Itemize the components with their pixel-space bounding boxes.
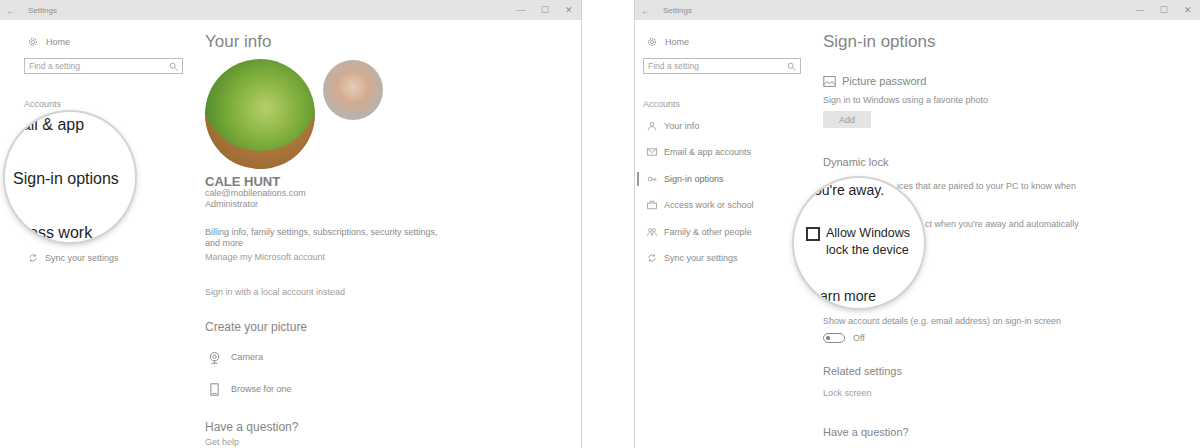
gear-icon: [647, 37, 657, 47]
sync-icon: [28, 253, 38, 263]
window-title: Settings: [663, 6, 692, 15]
magnifier: ou're away.Allow Windowslock the devicea…: [794, 178, 924, 308]
window-control-button[interactable]: —: [1128, 5, 1152, 15]
sidebar-section-title: Accounts: [643, 98, 823, 110]
sidebar-item[interactable]: Your info: [643, 120, 823, 132]
settings-window: ← Settings —☐✕ Home Find a setting Accounts Sy…: [0, 0, 582, 448]
account-email: cale@mobilenations.com: [205, 188, 306, 199]
checkbox-label: Allow Windows: [826, 225, 910, 242]
window-control-button[interactable]: ✕: [1176, 5, 1200, 15]
add-button[interactable]: Add: [823, 111, 871, 128]
main-panel: Your info CALE HUNTcale@mobilenations.com…: [205, 20, 581, 448]
lock-screen-link[interactable]: Lock screen: [823, 388, 872, 399]
search-icon: [169, 62, 178, 71]
search-box[interactable]: Find a setting: [24, 58, 183, 74]
browse-icon: [208, 383, 221, 396]
get-help-link[interactable]: Get help: [205, 437, 239, 448]
gear-icon: [28, 37, 38, 47]
checkbox[interactable]: [806, 227, 820, 241]
related-settings-heading: Related settings: [823, 364, 902, 378]
sidebar-item[interactable]: Sync your settings: [24, 252, 205, 264]
key-icon: [647, 174, 657, 184]
sidebar-list: Sync your settings: [24, 252, 205, 264]
account-description: Billing info, family settings, subscript…: [205, 227, 445, 249]
sidebar: Home Find a setting Accounts Sync your sett…: [0, 20, 205, 448]
account-picture: [205, 59, 315, 169]
window-control-button[interactable]: ☐: [1152, 5, 1176, 15]
sidebar-item[interactable]: Access work or school: [643, 199, 823, 211]
dynamic-lock-title: Dynamic lock: [823, 155, 888, 169]
camera-option[interactable]: Camera: [205, 347, 263, 367]
title-bar: ← Settings —☐✕: [635, 0, 1200, 20]
sync-icon: [647, 253, 657, 263]
checkbox-label: lock the device: [826, 242, 910, 259]
magnified-text: arn more: [820, 288, 924, 304]
help-heading: Have a question?: [205, 419, 298, 435]
account-details-toggle-row: Off: [823, 332, 865, 344]
picture-password-description: Sign in to Windows using a favorite phot…: [823, 95, 988, 106]
sidebar-item[interactable]: Email & app accounts: [643, 146, 823, 158]
page-heading: Sign-in options: [823, 30, 935, 54]
window-controls: —☐✕: [509, 5, 581, 15]
account-details-toggle[interactable]: [823, 333, 845, 343]
camera-icon: [208, 351, 221, 364]
back-button[interactable]: ←: [6, 5, 22, 16]
window-control-button[interactable]: —: [509, 5, 533, 15]
person-icon: [647, 121, 657, 131]
manage-account-link[interactable]: Manage my Microsoft account: [205, 252, 325, 263]
section-heading: Create your picture: [205, 319, 307, 335]
magnified-text: Sign-in options: [13, 169, 135, 189]
window-title: Settings: [28, 6, 57, 15]
picture-icon: [823, 75, 836, 88]
avatar-row: [205, 59, 383, 169]
magnified-text: ccess work: [13, 223, 135, 242]
people-icon: [647, 227, 657, 237]
picture-password-title: Picture password: [823, 74, 926, 88]
sidebar-section-title: Accounts: [24, 98, 205, 110]
toggle-knob: [826, 336, 830, 340]
mail-icon: [647, 147, 657, 157]
home-link[interactable]: Home: [643, 36, 823, 48]
window-control-button[interactable]: ☐: [533, 5, 557, 15]
previous-picture[interactable]: [323, 60, 383, 120]
search-icon: [787, 62, 796, 71]
account-role: Administrator: [205, 199, 258, 210]
settings-window: ← Settings —☐✕ Home Find a setting Accounts Yo…: [634, 0, 1200, 448]
account-name: CALE HUNT: [205, 175, 280, 188]
window-controls: —☐✕: [1128, 5, 1200, 15]
home-link[interactable]: Home: [24, 36, 205, 48]
help-heading: Have a question?: [823, 425, 909, 439]
browse-option[interactable]: Browse for one: [205, 379, 292, 399]
back-button[interactable]: ←: [641, 5, 657, 16]
sidebar-item[interactable]: Sign-in options: [643, 173, 823, 185]
briefcase-icon: [647, 200, 657, 210]
magnified-text: nail & app: [13, 115, 135, 135]
magnifier: nail & app Sign-in options ccess work: [5, 112, 135, 242]
search-box[interactable]: Find a setting: [643, 58, 801, 74]
local-account-link[interactable]: Sign in with a local account instead: [205, 287, 345, 298]
page-heading: Your info: [205, 30, 271, 54]
window-control-button[interactable]: ✕: [557, 5, 581, 15]
screenshot-stage: ←Settings—☐✕HomeFind a settingAccountsSy…: [0, 0, 1200, 448]
account-details-label: Show account details (e.g. email address…: [823, 316, 1061, 327]
dynamic-lock-checkbox-row[interactable]: Allow Windowslock the device: [806, 225, 924, 259]
toggle-state: Off: [853, 333, 865, 344]
title-bar: ← Settings —☐✕: [0, 0, 581, 20]
